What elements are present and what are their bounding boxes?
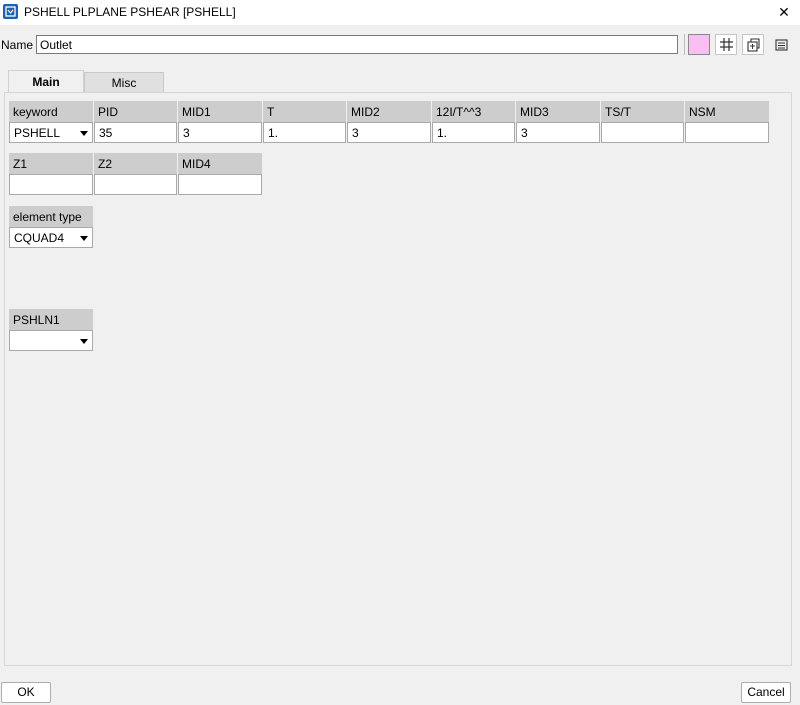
mid4-header: MID4 [178,153,262,174]
nsm-cell: NSM [685,101,769,143]
nsm-field[interactable] [685,122,769,143]
element-type-header: element type [9,206,93,227]
close-button[interactable]: ✕ [768,0,800,25]
close-icon: ✕ [778,4,790,20]
nsm-header: NSM [685,101,769,122]
keyword-value: PSHELL [14,126,61,140]
tst-cell: TS/T [601,101,684,143]
name-input[interactable] [36,35,678,54]
mid3-header: MID3 [516,101,600,122]
z2-cell: Z2 [94,153,177,195]
pid-cell: PID 35 [94,101,177,143]
mid1-cell: MID1 3 [178,101,262,143]
window-title: PSHELL PLPLANE PSHEAR [PSHELL] [24,5,236,19]
list-icon [775,39,788,51]
grid-settings-icon [720,38,733,51]
keyword-header: keyword [9,101,93,122]
pid-field[interactable]: 35 [94,122,177,143]
t-field[interactable]: 1. [263,122,346,143]
grid-settings-button[interactable] [715,34,737,55]
copy-settings-icon [747,38,760,52]
toolbar-separator [684,34,685,55]
mid4-field[interactable] [178,174,262,195]
12i-cell: 12I/T^^3 1. [432,101,515,143]
mid3-cell: MID3 3 [516,101,600,143]
mid2-cell: MID2 3 [347,101,431,143]
mid4-cell: MID4 [178,153,262,195]
mid1-field[interactable]: 3 [178,122,262,143]
t-cell: T 1. [263,101,346,143]
pshln1-dropdown[interactable] [9,330,93,351]
pshln1-cell: PSHLN1 [9,309,93,351]
tst-field[interactable] [601,122,684,143]
z1-header: Z1 [9,153,93,174]
12i-field[interactable]: 1. [432,122,515,143]
z1-field[interactable] [9,174,93,195]
mid2-header: MID2 [347,101,431,122]
name-label: Name [1,38,34,52]
z2-header: Z2 [94,153,177,174]
keyword-cell: keyword PSHELL [9,101,93,143]
t-header: T [263,101,346,122]
tab-misc[interactable]: Misc [84,72,164,93]
title-bar: PSHELL PLPLANE PSHEAR [PSHELL] ✕ [0,0,800,25]
ok-button[interactable]: OK [1,682,51,703]
keyword-dropdown[interactable]: PSHELL [9,122,93,143]
cancel-button[interactable]: Cancel [741,682,791,703]
color-swatch[interactable] [688,34,710,55]
mid1-header: MID1 [178,101,262,122]
chevron-down-icon [80,236,88,241]
chevron-down-icon [80,339,88,344]
chevron-down-icon [80,131,88,136]
mid3-field[interactable]: 3 [516,122,600,143]
pshln1-header: PSHLN1 [9,309,93,330]
z1-cell: Z1 [9,153,93,195]
element-type-value: CQUAD4 [14,231,65,245]
element-type-dropdown[interactable]: CQUAD4 [9,227,93,248]
app-icon [3,4,18,19]
element-type-cell: element type CQUAD4 [9,206,93,248]
list-button[interactable] [770,34,792,55]
main-panel: keyword PSHELL PID 35 MID1 3 T 1. MID2 3… [4,92,792,666]
tst-header: TS/T [601,101,684,122]
pid-header: PID [94,101,177,122]
z2-field[interactable] [94,174,177,195]
copy-settings-button[interactable] [742,34,764,55]
mid2-field[interactable]: 3 [347,122,431,143]
12i-header: 12I/T^^3 [432,101,515,122]
tab-main[interactable]: Main [8,70,84,93]
